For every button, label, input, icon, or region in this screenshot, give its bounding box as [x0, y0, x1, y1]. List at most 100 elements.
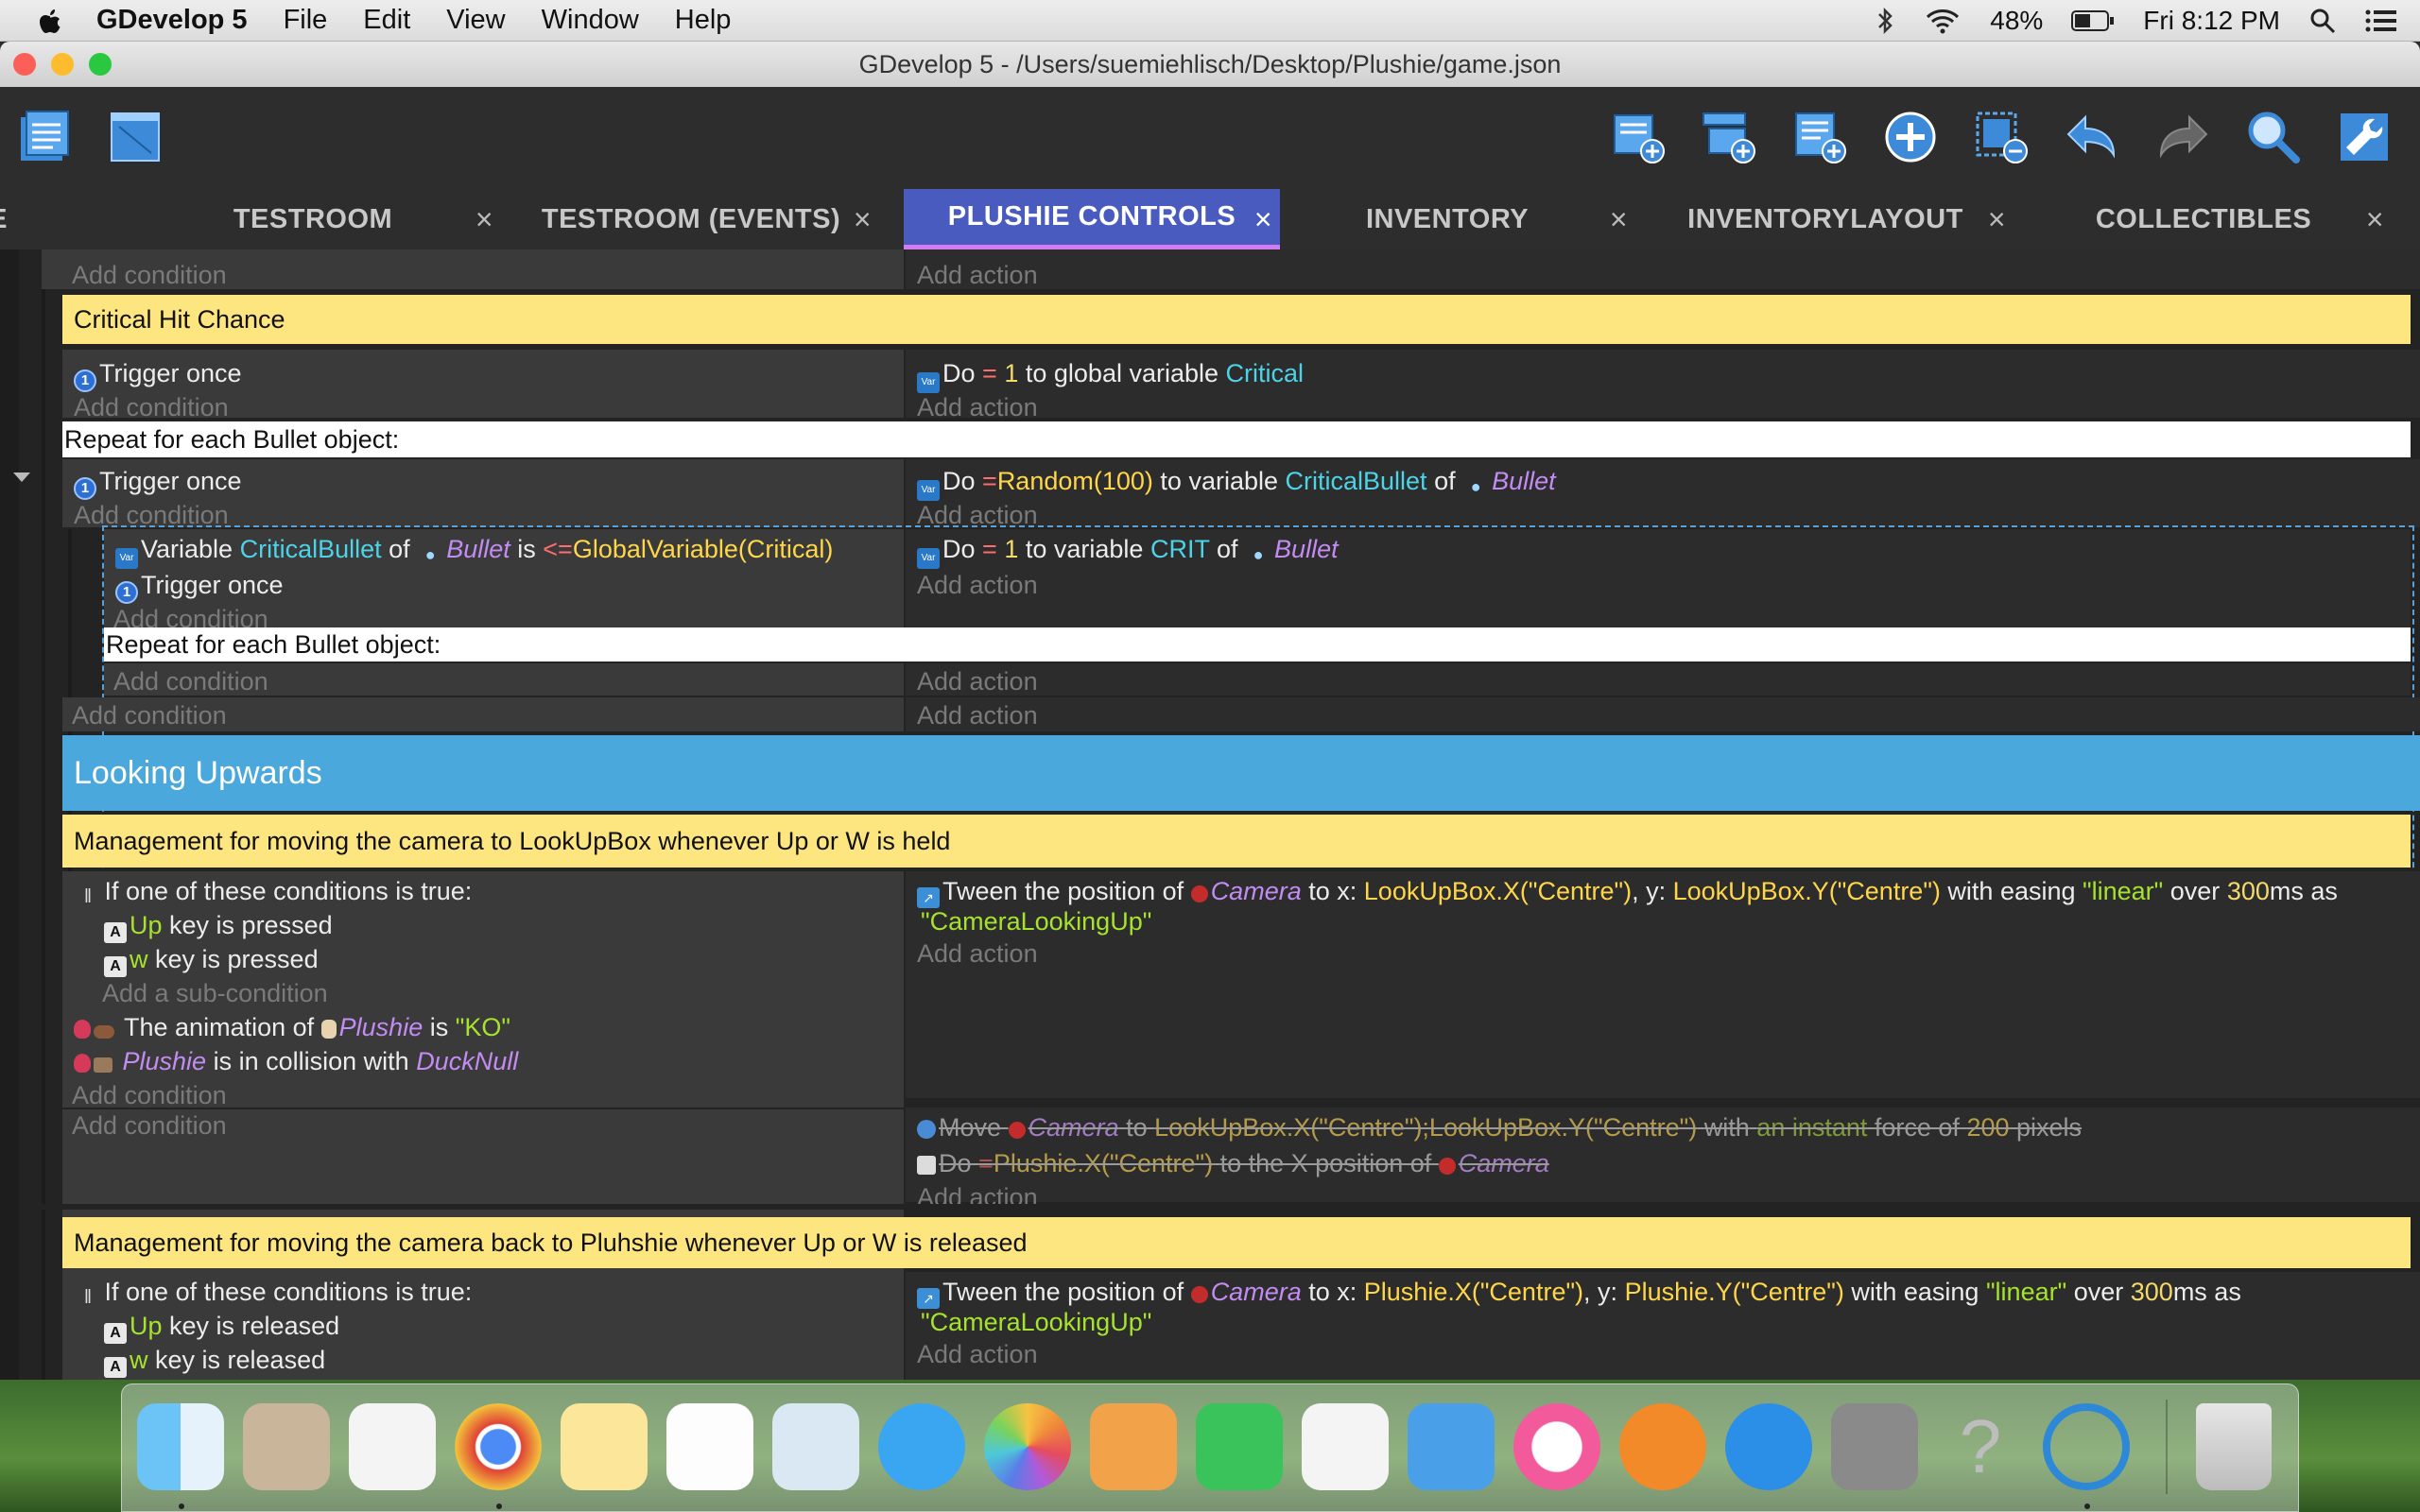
finder-icon[interactable] — [137, 1403, 224, 1490]
condition-or[interactable]: ‖ If one of these conditions is true: — [81, 877, 472, 907]
condition-or[interactable]: ‖ If one of these conditions is true: — [81, 1278, 472, 1308]
condition-trigger-once[interactable]: 1 Trigger once — [115, 571, 284, 604]
tab-close-icon[interactable]: × — [1988, 202, 2006, 237]
action-set-object-variable[interactable]: Var Do = 1 to variable CRIT of ● Bullet — [917, 535, 1339, 569]
tab-close-icon[interactable]: × — [1610, 202, 1628, 237]
tab-close-icon[interactable]: × — [2366, 202, 2384, 237]
itunes-icon[interactable] — [1513, 1403, 1600, 1490]
app-store-icon[interactable] — [1725, 1403, 1812, 1490]
tab-collectibles[interactable]: COLLECTIBLES × — [2015, 189, 2392, 249]
battery-icon[interactable] — [2071, 9, 2115, 33]
menu-view[interactable]: View — [446, 5, 505, 36]
add-condition-link[interactable]: Add condition — [72, 1081, 227, 1110]
notification-center-icon[interactable] — [2365, 8, 2397, 34]
redo-icon[interactable] — [2153, 108, 2212, 166]
undo-icon[interactable] — [2063, 108, 2121, 166]
event-actions[interactable]: Move Camera to LookUpBox.X("Centre");Loo… — [906, 1108, 2420, 1211]
event-actions[interactable]: ↗ Tween the position of Camera to x: Look… — [906, 871, 2420, 1098]
add-condition-link[interactable]: Add condition — [72, 701, 227, 730]
add-comment-icon[interactable] — [1790, 108, 1849, 166]
condition-collision[interactable]: Plushie is in collision with DuckNull — [74, 1047, 518, 1076]
condition-trigger-once[interactable]: 1 Trigger once — [74, 359, 242, 392]
add-action-link[interactable]: Add action — [917, 1340, 1038, 1369]
project-manager-icon[interactable] — [15, 108, 74, 166]
tab-inventory[interactable]: INVENTORY × — [1259, 189, 1635, 249]
minimize-window-button[interactable] — [51, 53, 74, 76]
action-set-x-disabled[interactable]: Do =Plushie.X("Centre") to the X positio… — [917, 1149, 1549, 1178]
add-more-icon[interactable] — [1881, 108, 1940, 166]
condition-animation[interactable]: The animation of Plushie is "KO" — [74, 1013, 510, 1042]
event-group-header[interactable]: Looking Upwards — [62, 735, 2420, 811]
tab-testroom[interactable]: TESTROOM × — [125, 189, 501, 249]
add-action-link[interactable]: Add action — [917, 393, 1038, 422]
condition-compare-variable[interactable]: Var Variable CriticalBullet of ● Bullet is… — [115, 535, 833, 569]
add-condition-link[interactable]: Add condition — [74, 501, 229, 530]
reminders-icon[interactable] — [666, 1403, 753, 1490]
add-action-link[interactable]: Add action — [917, 939, 1038, 969]
maps-icon[interactable] — [772, 1403, 859, 1490]
comment-event[interactable]: Critical Hit Chance — [62, 295, 2411, 344]
add-condition-link[interactable]: Add condition — [113, 667, 268, 696]
collapse-arrow-icon[interactable] — [11, 471, 32, 484]
events-sheet[interactable]: Add condition Add action Critical Hit Ch… — [0, 249, 2420, 1380]
bluetooth-icon[interactable] — [1875, 7, 1895, 35]
scene-editor-icon[interactable] — [106, 108, 164, 166]
add-action-link[interactable]: Add action — [917, 571, 1038, 600]
event-conditions[interactable]: ‖ If one of these conditions is true: AU… — [62, 1272, 904, 1380]
tab-inventorylayout[interactable]: INVENTORYLAYOUT × — [1637, 189, 2014, 249]
condition-key-pressed[interactable]: A Up key is pressed — [104, 911, 333, 943]
event-actions[interactable]: Var Do = 1 to global variable Critical Ad… — [906, 350, 2420, 421]
delete-selection-icon[interactable] — [1972, 108, 2031, 166]
mail-icon[interactable] — [243, 1403, 330, 1490]
add-action-link[interactable]: Add action — [917, 501, 1038, 530]
event-conditions[interactable]: 1 Trigger once Add condition — [62, 459, 904, 530]
trash-icon[interactable] — [2196, 1403, 2272, 1490]
add-action-link[interactable]: Add action — [917, 701, 1038, 730]
add-condition-link[interactable]: Add condition — [72, 1111, 227, 1141]
event-conditions[interactable]: Add condition — [62, 697, 904, 731]
event-actions[interactable]: Add action — [906, 249, 2420, 289]
action-tween-position[interactable]: ↗ Tween the position of Camera to x: Plus… — [917, 1278, 2241, 1309]
action-set-global-variable[interactable]: Var Do = 1 to global variable Critical — [917, 359, 1304, 393]
tab-plushie-controls[interactable]: PLUSHIE CONTROLS × — [904, 189, 1280, 249]
close-window-button[interactable] — [13, 53, 36, 76]
app-menu[interactable]: GDevelop 5 — [96, 5, 248, 36]
wifi-icon[interactable] — [1924, 7, 1962, 35]
add-event-icon[interactable] — [1609, 108, 1668, 166]
condition-key-released[interactable]: Aw key is released — [104, 1346, 325, 1378]
clock[interactable]: Fri 8:12 PM — [2143, 6, 2280, 36]
action-move-disabled[interactable]: Move Camera to LookUpBox.X("Centre");Loo… — [917, 1113, 2082, 1143]
event-conditions[interactable]: Add condition — [104, 663, 904, 696]
add-action-link[interactable]: Add action — [917, 261, 1038, 290]
messages-icon[interactable] — [878, 1403, 965, 1490]
search-icon[interactable] — [2244, 108, 2303, 166]
tab-close-icon[interactable]: × — [475, 202, 493, 237]
event-conditions[interactable]: Add condition — [42, 249, 904, 289]
menu-help[interactable]: Help — [675, 5, 732, 36]
comment-event[interactable]: Management for moving the camera to Look… — [62, 815, 2411, 868]
event-actions[interactable]: Var Do = 1 to variable CRIT of ● Bullet Ad… — [906, 529, 2411, 635]
action-tween-position[interactable]: ↗ Tween the position of Camera to x: Look… — [917, 877, 2338, 908]
zoom-window-button[interactable] — [89, 53, 112, 76]
event-conditions[interactable]: 1 Trigger once Add condition — [62, 350, 904, 421]
comment-event[interactable]: Management for moving the camera back to… — [62, 1217, 2411, 1268]
system-preferences-icon[interactable] — [1831, 1403, 1918, 1490]
condition-key-pressed[interactable]: Aw key is pressed — [104, 945, 319, 977]
menu-window[interactable]: Window — [542, 5, 639, 36]
event-actions[interactable]: ↗ Tween the position of Camera to x: Plus… — [906, 1272, 2420, 1380]
facetime-icon[interactable] — [1196, 1403, 1283, 1490]
action-set-object-variable[interactable]: Var Do =Random(100) to variable CriticalB… — [917, 467, 1556, 501]
add-subcondition-link[interactable]: Add a sub-condition — [102, 979, 328, 1008]
notes-icon[interactable] — [561, 1403, 648, 1490]
photos-icon[interactable] — [984, 1403, 1071, 1490]
add-condition-link[interactable]: Add condition — [74, 393, 229, 422]
keynote-icon[interactable] — [1408, 1403, 1495, 1490]
event-actions[interactable]: Add action — [906, 697, 2420, 731]
pages-icon[interactable] — [1090, 1403, 1177, 1490]
ibooks-icon[interactable] — [1619, 1403, 1706, 1490]
event-actions[interactable]: Add action — [906, 663, 2411, 696]
condition-key-released[interactable]: A Up key is released — [104, 1312, 339, 1344]
menu-edit[interactable]: Edit — [363, 5, 410, 36]
repeat-event-header[interactable]: Repeat for each Bullet object: — [104, 627, 2411, 662]
condition-trigger-once[interactable]: 1 Trigger once — [74, 467, 242, 500]
